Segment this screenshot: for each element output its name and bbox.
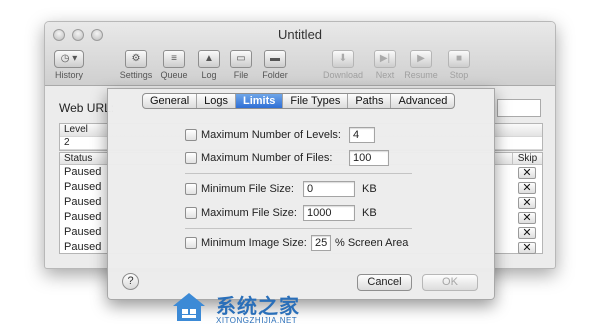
max-levels-input[interactable]: 4 [349, 127, 375, 143]
resume-button[interactable]: ▶ Resume [403, 50, 439, 80]
web-url-input[interactable] [497, 99, 541, 117]
skip-column-header: Skip [512, 153, 542, 164]
ok-button[interactable]: OK [422, 274, 478, 291]
skip-forward-icon: ▶| [374, 50, 396, 68]
title-bar: Untitled ◷ ▾ History ⚙ Settings ≡ Queue … [45, 22, 555, 86]
queue-button[interactable]: ≡ Queue [158, 50, 190, 80]
history-button[interactable]: ◷ ▾ History [51, 50, 87, 80]
skip-button[interactable]: ✕ [518, 212, 536, 224]
tab-advanced[interactable]: Advanced [390, 94, 454, 108]
skip-button[interactable]: ✕ [518, 242, 536, 254]
document-icon: ▭ [230, 50, 252, 68]
folder-button[interactable]: ▬ Folder [259, 50, 291, 80]
warning-icon: ▲ [198, 50, 220, 68]
folder-icon: ▬ [264, 50, 286, 68]
divider [185, 173, 412, 174]
min-image-size-checkbox[interactable] [185, 237, 197, 249]
min-file-size-checkbox[interactable] [185, 183, 197, 195]
min-file-size-option[interactable]: Minimum File Size: [185, 181, 294, 197]
skip-button[interactable]: ✕ [518, 167, 536, 179]
min-file-size-input[interactable]: 0 [303, 181, 355, 197]
tab-general[interactable]: General [143, 94, 196, 108]
history-icon: ◷ ▾ [54, 50, 84, 68]
max-file-size-input[interactable]: 1000 [303, 205, 355, 221]
cancel-button[interactable]: Cancel [357, 274, 412, 291]
watermark-url: XITONGZHIJIA.NET [216, 316, 298, 325]
min-image-size-unit: % Screen Area [335, 237, 409, 249]
max-files-checkbox[interactable] [185, 152, 197, 164]
list-icon: ≡ [163, 50, 185, 68]
window-title: Untitled [277, 27, 323, 42]
play-icon: ▶ [410, 50, 432, 68]
max-files-input[interactable]: 100 [349, 150, 389, 166]
watermark-text: 系统之家 [216, 294, 300, 318]
max-files-option[interactable]: Maximum Number of Files: [185, 150, 332, 166]
web-url-label: Web URL: [59, 101, 115, 115]
file-button[interactable]: ▭ File [228, 50, 254, 80]
max-levels-option[interactable]: Maximum Number of Levels: [185, 127, 341, 143]
tab-paths[interactable]: Paths [347, 94, 390, 108]
min-image-size-input[interactable]: 25 [311, 235, 331, 251]
preferences-sheet: General Logs Limits File Types Paths Adv… [107, 88, 495, 300]
tab-logs[interactable]: Logs [196, 94, 235, 108]
tab-file-types[interactable]: File Types [282, 94, 347, 108]
max-file-size-unit: KB [362, 207, 377, 219]
next-button[interactable]: ▶| Next [371, 50, 399, 80]
house-logo-icon [173, 293, 205, 321]
download-icon: ⬇ [332, 50, 354, 68]
skip-button[interactable]: ✕ [518, 227, 536, 239]
max-file-size-checkbox[interactable] [185, 207, 197, 219]
max-levels-checkbox[interactable] [185, 129, 197, 141]
stop-icon: ■ [448, 50, 470, 68]
min-image-size-option[interactable]: Minimum Image Size: [185, 235, 307, 251]
divider [185, 228, 412, 229]
skip-button[interactable]: ✕ [518, 197, 536, 209]
watermark: 系统之家 XITONGZHIJIA.NET [172, 288, 362, 328]
gear-icon: ⚙ [125, 50, 147, 68]
skip-button[interactable]: ✕ [518, 182, 536, 194]
stop-button[interactable]: ■ Stop [445, 50, 473, 80]
log-button[interactable]: ▲ Log [195, 50, 223, 80]
download-button[interactable]: ⬇ Download [320, 50, 366, 80]
settings-button[interactable]: ⚙ Settings [118, 50, 154, 80]
max-file-size-option[interactable]: Maximum File Size: [185, 205, 297, 221]
preferences-tabs: General Logs Limits File Types Paths Adv… [142, 93, 456, 109]
tab-limits[interactable]: Limits [235, 94, 283, 108]
min-file-size-unit: KB [362, 183, 377, 195]
help-button[interactable]: ? [122, 273, 139, 290]
